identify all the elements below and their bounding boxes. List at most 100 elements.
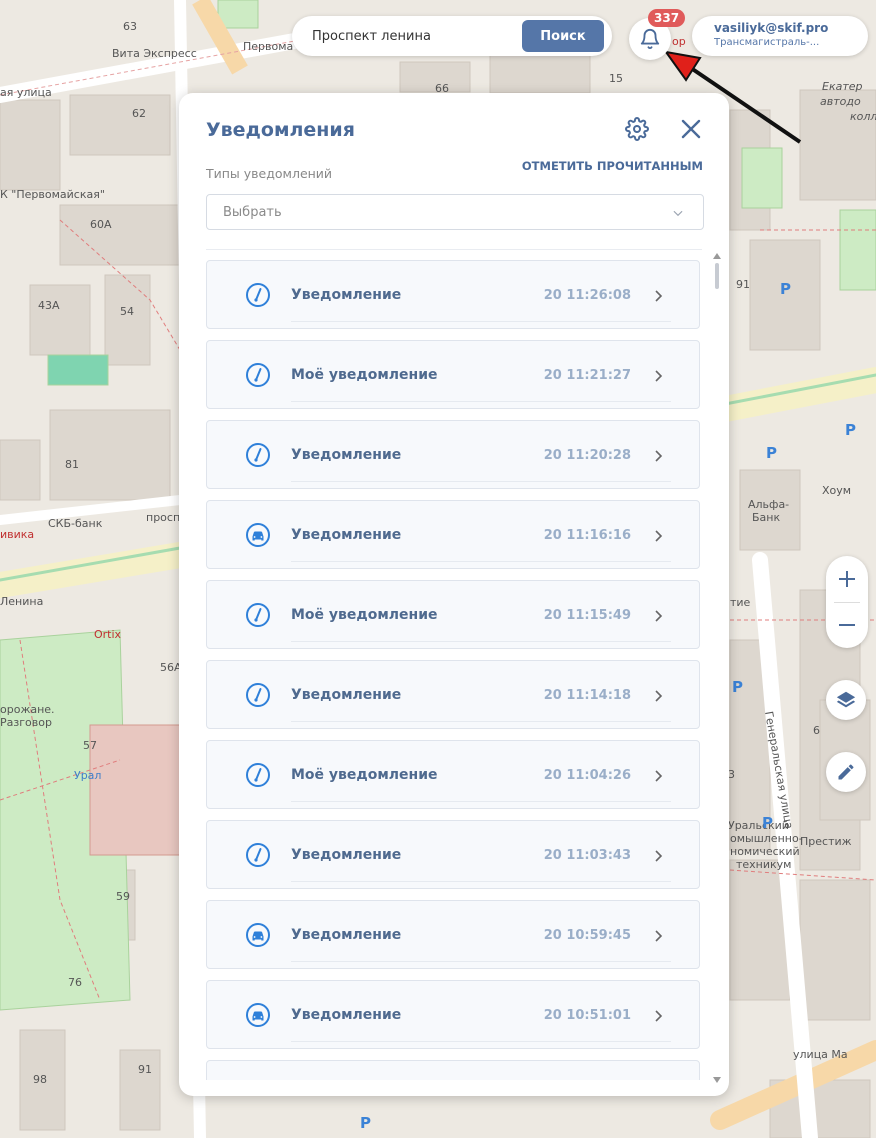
user-organization: Трансмагистраль-... <box>714 37 820 48</box>
notification-item[interactable]: Уведомление 20 11:26:08 <box>206 260 700 329</box>
item-divider <box>291 881 671 882</box>
user-email: vasiliyk@skif.pro <box>714 21 829 35</box>
zoom-in-button[interactable] <box>826 556 868 602</box>
chevron-down-icon <box>673 210 683 217</box>
notification-title: Уведомление <box>291 1007 402 1023</box>
list-scrollbar[interactable] <box>712 253 722 1083</box>
notification-item[interactable]: Моё уведомление 20 11:21:27 <box>206 340 700 409</box>
layers-button[interactable] <box>826 680 866 720</box>
draw-button[interactable] <box>826 752 866 792</box>
search-bar: Поиск <box>292 16 612 56</box>
scroll-down-icon[interactable] <box>713 1077 721 1083</box>
notification-time: 20 10:51:01 <box>543 1008 631 1023</box>
speedometer-icon <box>245 602 271 628</box>
map-number: 63 <box>123 20 137 33</box>
scroll-thumb[interactable] <box>715 263 719 289</box>
chevron-right-icon <box>655 450 663 462</box>
notification-count-badge: 337 <box>648 9 686 27</box>
notification-time: 20 11:16:16 <box>543 528 631 543</box>
map-number: 81 <box>65 458 79 471</box>
notification-time: 20 11:03:43 <box>543 848 631 863</box>
notification-title: Уведомление <box>291 447 402 463</box>
speedometer-icon <box>245 442 271 468</box>
zoom-control <box>826 556 868 648</box>
search-button[interactable]: Поиск <box>522 20 604 52</box>
zoom-out-button[interactable] <box>826 602 868 648</box>
item-divider <box>291 801 671 802</box>
notification-item[interactable]: Моё уведомление 20 11:15:49 <box>206 580 700 649</box>
map-number: 57 <box>83 739 97 752</box>
notification-item[interactable]: Уведомление 20 11:14:18 <box>206 660 700 729</box>
item-divider <box>291 641 671 642</box>
notification-item[interactable] <box>206 1060 700 1080</box>
map-label: ая улица <box>0 86 52 99</box>
bell-icon <box>640 29 660 50</box>
item-divider <box>291 321 671 322</box>
map-label: орожане. <box>0 703 55 716</box>
notification-title: Моё уведомление <box>291 367 438 383</box>
notification-types-select[interactable]: Выбрать <box>206 194 704 230</box>
notification-item[interactable]: Уведомление 20 10:59:45 <box>206 900 700 969</box>
mark-as-read-link[interactable]: ОТМЕТИТЬ ПРОЧИТАННЫМ <box>469 159 703 173</box>
notification-title: Моё уведомление <box>291 767 438 783</box>
map-label: Хоум <box>822 484 851 497</box>
map-number: 91 <box>138 1063 152 1076</box>
car-icon <box>245 1002 271 1028</box>
notification-item[interactable]: Уведомление 20 11:16:16 <box>206 500 700 569</box>
search-input[interactable] <box>312 26 502 46</box>
parking-icon: P <box>766 444 777 462</box>
notification-item[interactable]: Уведомление 20 11:03:43 <box>206 820 700 889</box>
notification-types-label: Типы уведомлений <box>206 166 333 181</box>
user-menu[interactable]: vasiliyk@skif.pro Трансмагистраль-... <box>692 16 868 56</box>
map-number: 59 <box>116 890 130 903</box>
notification-time: 20 10:59:45 <box>543 928 631 943</box>
notification-item[interactable]: Уведомление 20 10:51:01 <box>206 980 700 1049</box>
map-label: автодо <box>820 95 861 108</box>
item-divider <box>291 721 671 722</box>
notification-time: 20 11:14:18 <box>543 688 631 703</box>
map-label: улица Ма <box>793 1048 848 1061</box>
map-label: СКБ-банк <box>48 517 103 530</box>
parking-icon: P <box>360 1114 371 1132</box>
divider <box>206 249 702 250</box>
speedometer-icon <box>245 842 271 868</box>
notification-title: Уведомление <box>291 527 402 543</box>
map-number: 54 <box>120 305 134 318</box>
map-number: 91 <box>736 278 750 291</box>
notifications-panel: Уведомления ОТМЕТИТЬ ПРОЧИТАННЫМ Типы ув… <box>179 93 729 1096</box>
item-divider <box>291 401 671 402</box>
parking-icon: P <box>762 814 773 832</box>
notification-time: 20 11:20:28 <box>543 448 631 463</box>
scroll-up-icon[interactable] <box>713 253 721 259</box>
gear-icon[interactable] <box>625 117 649 141</box>
map-label: техникум <box>736 858 791 871</box>
map-number: 76 <box>68 976 82 989</box>
map-label: ор <box>672 35 686 48</box>
notification-time: 20 11:26:08 <box>543 288 631 303</box>
map-label: номический <box>730 845 800 858</box>
chevron-right-icon <box>655 1010 663 1022</box>
map-label: колл <box>850 110 876 123</box>
parking-icon: P <box>780 280 791 298</box>
notifications-list: Уведомление 20 11:26:08 Моё уведомление 20 … <box>206 260 702 1080</box>
chevron-right-icon <box>655 370 663 382</box>
notification-title: Уведомление <box>291 927 402 943</box>
map-label: Ortix <box>94 628 122 641</box>
notification-item[interactable]: Уведомление 20 11:20:28 <box>206 420 700 489</box>
notification-time: 20 11:15:49 <box>543 608 631 623</box>
parking-icon: P <box>845 421 856 439</box>
map-number: 60А <box>90 218 112 231</box>
chevron-right-icon <box>655 290 663 302</box>
panel-title: Уведомления <box>206 119 355 141</box>
map-label: Урал <box>74 769 101 782</box>
plus-icon <box>839 571 855 587</box>
chevron-right-icon <box>655 850 663 862</box>
notification-title: Уведомление <box>291 847 402 863</box>
chevron-right-icon <box>655 610 663 622</box>
map-number: 3 <box>728 768 735 781</box>
close-icon[interactable] <box>679 117 703 141</box>
minus-icon <box>839 624 855 626</box>
map-label: тие <box>730 596 751 609</box>
map-label: Престиж <box>800 835 852 848</box>
notification-item[interactable]: Моё уведомление 20 11:04:26 <box>206 740 700 809</box>
